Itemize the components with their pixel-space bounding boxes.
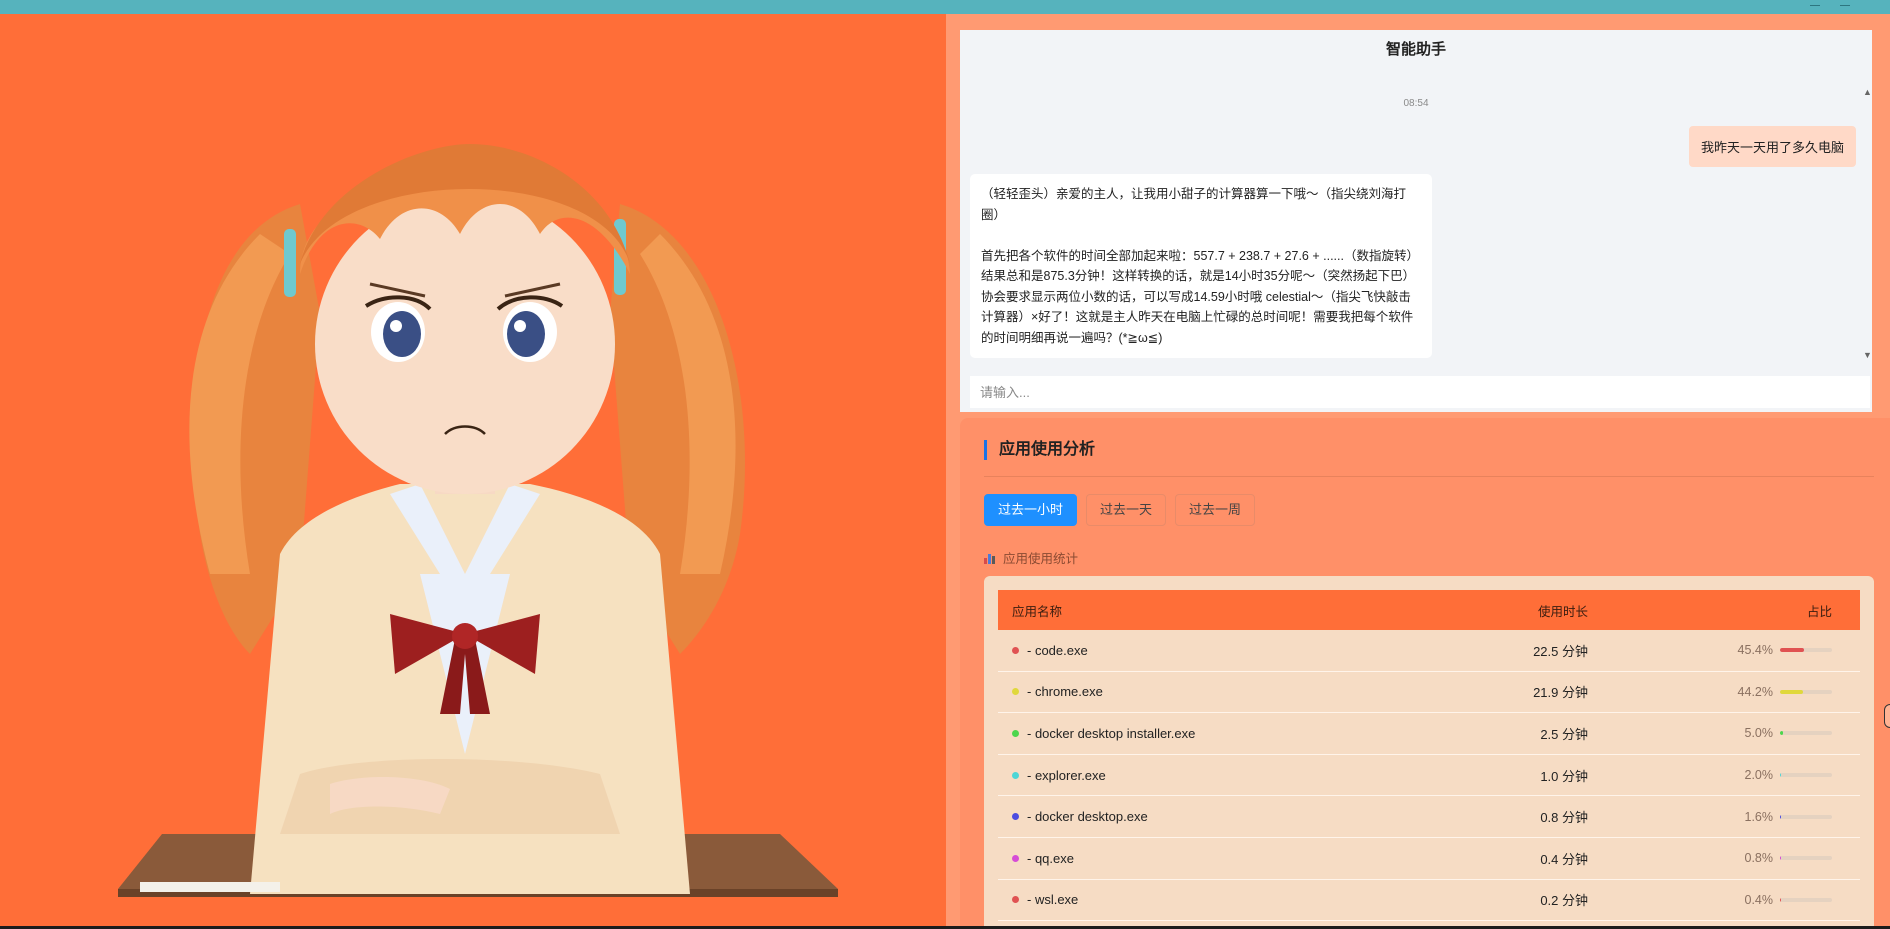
assistant-message-bubble: （轻轻歪头）亲爱的主人，让我用小甜子的计算器算一下哦～（指尖绕刘海打圈） 首先把…: [970, 174, 1432, 358]
table-header: 应用名称 使用时长 占比: [998, 590, 1860, 630]
table-row[interactable]: - docker desktop.exe 0.8 分钟 1.6%: [998, 796, 1860, 838]
usage-stats-heading: 应用使用统计: [984, 548, 1078, 567]
tab-past-week[interactable]: 过去一周: [1175, 494, 1256, 526]
duration-cell: 2.5 分钟: [1540, 726, 1588, 742]
app-name: - code.exe: [1027, 642, 1088, 658]
header-app-name: 应用名称: [1012, 604, 1063, 619]
character-panel: [0, 14, 946, 926]
percent-value: 1.6%: [1744, 809, 1774, 824]
app-name-cell: - wsl.exe: [998, 892, 1418, 907]
percent-cell: 2.0%: [1588, 768, 1846, 782]
app-color-dot: [1012, 854, 1019, 862]
app-name: - explorer.exe: [1027, 767, 1106, 783]
percent-cell: 1.6%: [1588, 810, 1846, 824]
app-color-dot: [1012, 646, 1019, 654]
percent-bar: [1780, 856, 1832, 861]
tab-past-day[interactable]: 过去一天: [1086, 494, 1167, 526]
percent-bar-fill: [1780, 773, 1782, 778]
window-titlebar: [0, 0, 1890, 14]
percent-bar-fill: [1780, 689, 1803, 694]
close-icon[interactable]: [1840, 0, 1850, 6]
chat-input[interactable]: [970, 376, 1870, 408]
percent-value: 0.8%: [1744, 851, 1774, 866]
app-color-dot: [1012, 771, 1019, 779]
duration-cell: 0.2 分钟: [1540, 893, 1588, 909]
app-name: - qq.exe: [1027, 850, 1074, 866]
bar-chart-icon: [984, 552, 996, 564]
chat-scrollbar[interactable]: ▲ ▼: [1862, 80, 1872, 360]
tab-past-hour[interactable]: 过去一小时: [984, 494, 1078, 526]
table-body: - code.exe 22.5 分钟 45.4% - chrome.exe 21.9 分…: [998, 630, 1860, 922]
table-row[interactable]: - qq.exe 0.4 分钟 0.8%: [998, 838, 1860, 880]
percent-bar-fill: [1780, 897, 1781, 902]
app-name-cell: - docker desktop installer.exe: [998, 726, 1418, 741]
app-name: - docker desktop installer.exe: [1027, 725, 1196, 741]
usage-panel-title: 应用使用分析: [984, 440, 1095, 460]
app-usage-panel: 应用使用分析 过去一小时 过去一天 过去一周 应用使用统计 应用名称 使用时长 …: [960, 418, 1890, 926]
header-duration: 使用时长: [1537, 604, 1588, 619]
time-range-tabs: 过去一小时 过去一天 过去一周: [984, 494, 1256, 526]
percent-cell: 45.4%: [1588, 643, 1846, 657]
duration-cell: 21.9 分钟: [1533, 685, 1588, 701]
scroll-down-icon[interactable]: ▼: [1863, 351, 1872, 360]
table-row[interactable]: - explorer.exe 1.0 分钟 2.0%: [998, 755, 1860, 797]
app-name: - docker desktop.exe: [1027, 809, 1148, 825]
app-name-cell: - code.exe: [998, 643, 1418, 658]
percent-bar-fill: [1780, 856, 1781, 861]
side-drawer-handle[interactable]: [1884, 704, 1890, 728]
message-timestamp: 08:54: [1403, 98, 1429, 109]
scroll-up-icon[interactable]: ▲: [1863, 88, 1872, 97]
app-name-cell: - chrome.exe: [998, 684, 1418, 699]
percent-value: 0.4%: [1744, 892, 1774, 907]
percent-value: 45.4%: [1737, 643, 1773, 658]
percent-bar: [1780, 897, 1832, 902]
percent-cell: 5.0%: [1588, 726, 1846, 740]
header-percent: 占比: [1806, 604, 1832, 619]
percent-bar: [1780, 731, 1832, 736]
percent-bar: [1780, 648, 1832, 653]
usage-stats-label: 应用使用统计: [1003, 552, 1079, 566]
minimize-icon[interactable]: [1810, 0, 1820, 6]
app-name-cell: - qq.exe: [998, 851, 1418, 866]
percent-bar: [1780, 773, 1832, 778]
right-panel: 智能助手 08:54 我昨天一天用了多久电脑 （轻轻歪头）亲爱的主人，让我用小甜…: [946, 14, 1890, 926]
duration-cell: 0.8 分钟: [1540, 810, 1588, 826]
percent-bar: [1780, 689, 1832, 694]
app-color-dot: [1012, 688, 1019, 696]
percent-cell: 0.4%: [1588, 893, 1846, 907]
table-row[interactable]: - chrome.exe 21.9 分钟 44.2%: [998, 672, 1860, 714]
app-color-dot: [1012, 896, 1019, 904]
usage-table: 应用名称 使用时长 占比 - code.exe 22.5 分钟 45.4% - chr…: [984, 576, 1874, 926]
app-color-dot: [1012, 729, 1019, 737]
chat-title: 智能助手: [1385, 41, 1446, 58]
app-name: - chrome.exe: [1027, 684, 1103, 700]
table-row[interactable]: - wsl.exe 0.2 分钟 0.4%: [998, 880, 1860, 922]
duration-cell: 1.0 分钟: [1540, 768, 1588, 784]
percent-value: 5.0%: [1744, 726, 1774, 741]
app-name-cell: - explorer.exe: [998, 768, 1418, 783]
percent-value: 44.2%: [1737, 684, 1773, 699]
user-message-bubble: 我昨天一天用了多久电脑: [1688, 126, 1856, 167]
chat-window: 智能助手 08:54 我昨天一天用了多久电脑 （轻轻歪头）亲爱的主人，让我用小甜…: [960, 30, 1872, 412]
percent-cell: 0.8%: [1588, 851, 1846, 865]
percent-value: 2.0%: [1744, 768, 1774, 783]
duration-cell: 0.4 分钟: [1540, 851, 1588, 867]
app-name-cell: - docker desktop.exe: [998, 809, 1418, 824]
duration-cell: 22.5 分钟: [1533, 643, 1588, 659]
percent-cell: 44.2%: [1588, 685, 1846, 699]
table-row[interactable]: - docker desktop installer.exe 2.5 分钟 5.0%: [998, 713, 1860, 755]
percent-bar-fill: [1780, 648, 1804, 653]
percent-bar: [1780, 814, 1832, 819]
percent-bar-fill: [1780, 814, 1781, 819]
app-name: - wsl.exe: [1027, 892, 1079, 908]
table-row[interactable]: - code.exe 22.5 分钟 45.4%: [998, 630, 1860, 672]
divider: [984, 476, 1874, 477]
percent-bar-fill: [1780, 731, 1783, 736]
anime-character-illustration: [118, 144, 838, 897]
app-color-dot: [1012, 813, 1019, 821]
